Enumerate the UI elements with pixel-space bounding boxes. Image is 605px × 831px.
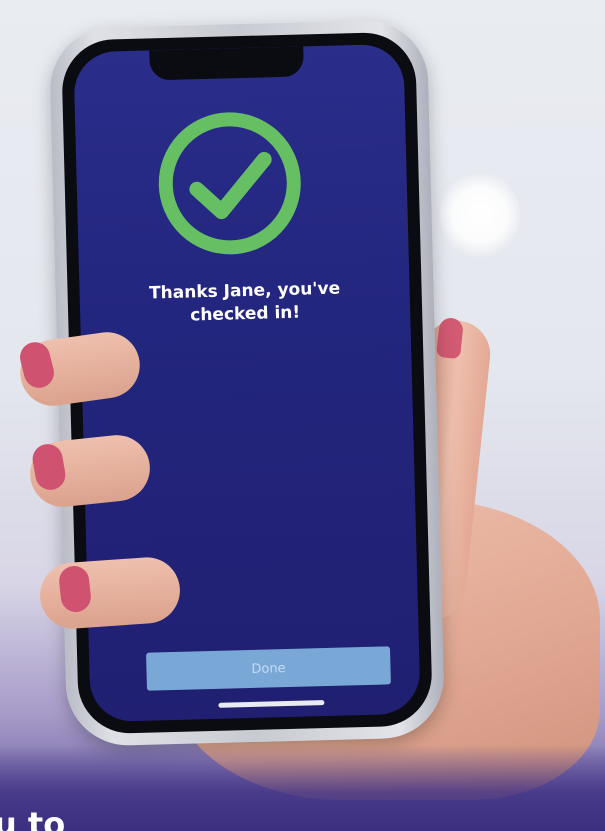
phone-notch xyxy=(149,46,304,81)
home-indicator[interactable] xyxy=(218,700,325,708)
checkin-confirmation-message: Thanks Jane, you've checked in! xyxy=(99,276,390,330)
thumb-nail xyxy=(435,316,465,360)
overlay-caption-fragment: u to xyxy=(0,805,66,831)
photo-scene: Thanks Jane, you've checked in! Done u t… xyxy=(0,0,605,831)
done-button[interactable]: Done xyxy=(146,646,391,691)
background-light-bokeh xyxy=(440,170,520,260)
check-circle-icon xyxy=(158,112,301,255)
bottom-gradient-band xyxy=(0,745,605,831)
